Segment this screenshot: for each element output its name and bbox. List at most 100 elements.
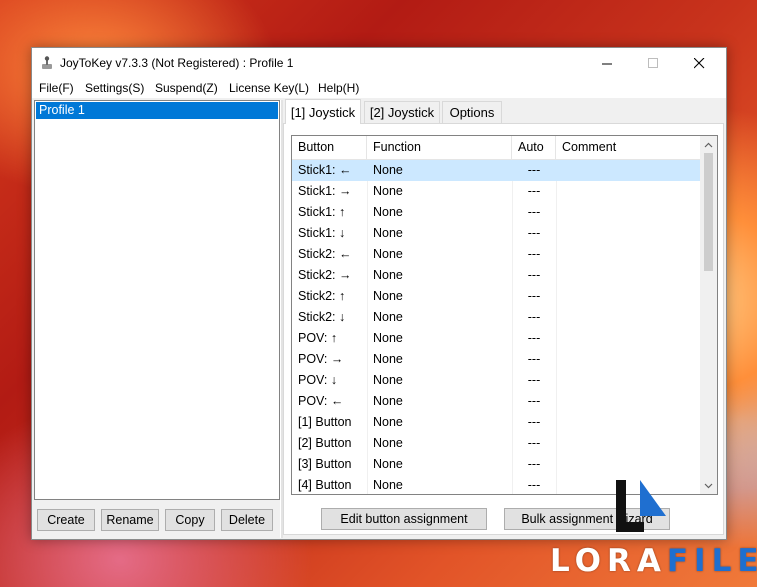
minimize-icon [601, 63, 612, 64]
cell-function: None [373, 226, 403, 240]
tab-joystick-1[interactable]: [1] Joystick [285, 99, 361, 124]
delete-profile-button[interactable]: Delete [221, 509, 273, 531]
cell-button: Stick1: ↑ [298, 205, 346, 219]
tab-options[interactable]: Options [442, 101, 502, 123]
create-profile-button[interactable]: Create [37, 509, 95, 531]
table-row[interactable]: Stick1: → None --- [292, 181, 700, 202]
cell-comment [556, 202, 700, 223]
vertical-scrollbar[interactable] [700, 136, 717, 494]
close-icon [693, 57, 704, 68]
menu-settings[interactable]: Settings(S) [85, 81, 144, 95]
joystick-icon [42, 56, 52, 69]
table-row[interactable]: [3] Button None --- [292, 454, 700, 475]
tab-joystick-2[interactable]: [2] Joystick [364, 101, 440, 123]
profile-item-selected[interactable]: Profile 1 [36, 102, 278, 119]
column-function[interactable]: Function [367, 136, 512, 159]
window-title: JoyToKey v7.3.3 (Not Registered) : Profi… [60, 56, 294, 70]
app-window: JoyToKey v7.3.3 (Not Registered) : Profi… [31, 47, 727, 540]
cell-button: Stick2: ↑ [298, 289, 346, 303]
cell-auto: --- [527, 163, 541, 177]
menu-license-key[interactable]: License Key(L) [229, 81, 309, 95]
table-row[interactable]: POV: ↓ None --- [292, 370, 700, 391]
table-row[interactable]: POV: ↑ None --- [292, 328, 700, 349]
column-auto[interactable]: Auto [512, 136, 556, 159]
cell-auto: --- [527, 289, 541, 303]
cell-button: POV: → [298, 352, 344, 366]
cell-auto: --- [527, 415, 541, 429]
cell-comment [556, 412, 700, 433]
menu-help[interactable]: Help(H) [318, 81, 359, 95]
column-comment[interactable]: Comment [556, 136, 700, 159]
cell-button: [1] Button [298, 415, 352, 429]
cell-comment [556, 328, 700, 349]
cell-button: Stick2: ↓ [298, 310, 346, 324]
table-row[interactable]: Stick2: → None --- [292, 265, 700, 286]
cell-auto: --- [527, 205, 541, 219]
cell-auto: --- [527, 457, 541, 471]
column-button[interactable]: Button [292, 136, 367, 159]
edit-button-assignment-button[interactable]: Edit button assignment [321, 508, 487, 530]
cell-button: [4] Button [298, 478, 352, 492]
cell-button: POV: ← [298, 394, 344, 408]
watermark-text: LORAFILE [550, 543, 757, 579]
maximize-icon [647, 57, 658, 68]
cell-function: None [373, 268, 403, 282]
menu-suspend[interactable]: Suspend(Z) [155, 81, 218, 95]
close-button[interactable] [676, 48, 722, 78]
scroll-thumb[interactable] [704, 153, 713, 271]
cell-comment [556, 160, 700, 181]
minimize-button[interactable] [584, 48, 630, 78]
table-row[interactable]: Stick1: ← None --- [292, 160, 700, 181]
table-row[interactable]: POV: → None --- [292, 349, 700, 370]
cell-auto: --- [527, 226, 541, 240]
cell-button: Stick1: → [298, 184, 352, 198]
table-row[interactable]: Stick1: ↓ None --- [292, 223, 700, 244]
cell-function: None [373, 394, 403, 408]
cell-function: None [373, 331, 403, 345]
watermark-suffix: FILE [666, 543, 757, 579]
menu-bar: File(F) Settings(S) Suspend(Z) License K… [32, 78, 726, 98]
table-row[interactable]: Stick2: ← None --- [292, 244, 700, 265]
copy-profile-button[interactable]: Copy [165, 509, 215, 531]
cell-comment [556, 223, 700, 244]
cell-function: None [373, 415, 403, 429]
cell-function: None [373, 310, 403, 324]
table-row[interactable]: Stick2: ↓ None --- [292, 307, 700, 328]
watermark-prefix: LORA [550, 543, 667, 579]
button-assignment-list[interactable]: Button Function Auto Comment Stick1: ← No… [291, 135, 718, 495]
chevron-up-icon [704, 142, 713, 147]
scroll-up-button[interactable] [700, 136, 717, 153]
table-row[interactable]: Stick2: ↑ None --- [292, 286, 700, 307]
title-bar[interactable]: JoyToKey v7.3.3 (Not Registered) : Profi… [32, 48, 726, 78]
table-row[interactable]: POV: ← None --- [292, 391, 700, 412]
menu-file[interactable]: File(F) [39, 81, 74, 95]
cell-function: None [373, 352, 403, 366]
cell-button: Stick2: ← [298, 247, 352, 261]
cell-comment [556, 307, 700, 328]
cell-comment [556, 286, 700, 307]
cell-button: Stick1: ← [298, 163, 352, 177]
cell-function: None [373, 163, 403, 177]
cell-comment [556, 244, 700, 265]
cell-auto: --- [527, 352, 541, 366]
cell-auto: --- [527, 331, 541, 345]
table-row[interactable]: [1] Button None --- [292, 412, 700, 433]
maximize-button[interactable] [630, 48, 676, 78]
cell-button: POV: ↑ [298, 331, 338, 345]
cell-button: [2] Button [298, 436, 352, 450]
cell-comment [556, 433, 700, 454]
joystick-tab-panel: Button Function Auto Comment Stick1: ← No… [283, 123, 724, 535]
cell-function: None [373, 478, 403, 492]
profile-list[interactable]: Profile 1 [34, 100, 280, 500]
cell-function: None [373, 247, 403, 261]
cell-comment [556, 391, 700, 412]
cell-auto: --- [527, 394, 541, 408]
cell-comment [556, 349, 700, 370]
cell-button: Stick2: → [298, 268, 352, 282]
rename-profile-button[interactable]: Rename [101, 509, 159, 531]
table-row[interactable]: [2] Button None --- [292, 433, 700, 454]
profile-item-label: Profile 1 [39, 103, 85, 117]
table-row[interactable]: Stick1: ↑ None --- [292, 202, 700, 223]
cell-auto: --- [527, 184, 541, 198]
cell-function: None [373, 373, 403, 387]
